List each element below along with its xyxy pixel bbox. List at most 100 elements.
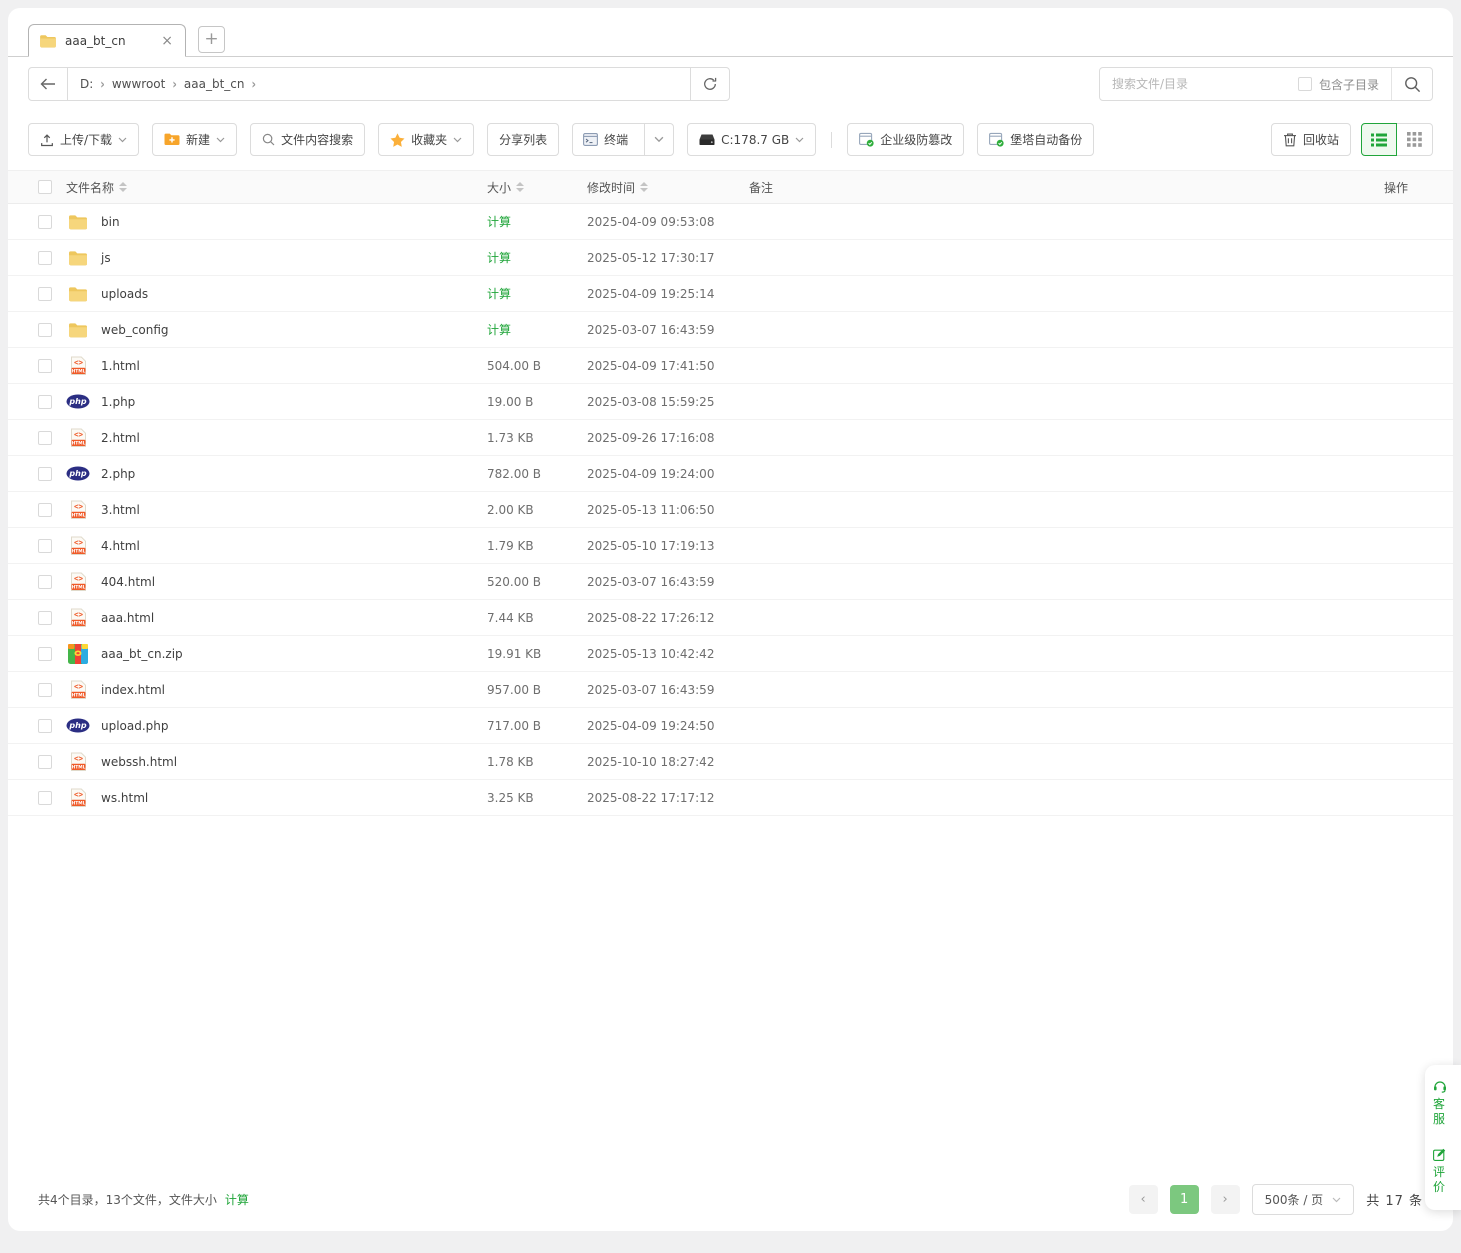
file-name[interactable]: 4.html [101, 539, 140, 553]
table-row[interactable]: <>HTML ws.html 3.25 KB 2025-08-22 17:17:… [8, 780, 1453, 816]
table-row[interactable]: <>HTML aaa.html 7.44 KB 2025-08-22 17:26… [8, 600, 1453, 636]
file-name[interactable]: 404.html [101, 575, 155, 589]
search-input[interactable] [1100, 77, 1298, 91]
prev-page-button[interactable]: ‹ [1129, 1185, 1158, 1214]
row-checkbox[interactable] [38, 791, 52, 805]
row-checkbox[interactable] [38, 575, 52, 589]
table-row[interactable]: php 1.php 19.00 B 2025-03-08 15:59:25 [8, 384, 1453, 420]
file-name[interactable]: bin [101, 215, 120, 229]
row-checkbox[interactable] [38, 215, 52, 229]
table-row[interactable]: aaa_bt_cn.zip 19.91 KB 2025-05-13 10:42:… [8, 636, 1453, 672]
row-checkbox[interactable] [38, 287, 52, 301]
table-row[interactable]: js 计算 2025-05-12 17:30:17 [8, 240, 1453, 276]
new-item-button[interactable]: 新建 [152, 123, 237, 156]
breadcrumb-item[interactable]: aaa_bt_cn [184, 77, 245, 91]
column-header-remark: 备注 [749, 181, 773, 195]
table-row[interactable]: <>HTML webssh.html 1.78 KB 2025-10-10 18… [8, 744, 1453, 780]
terminal-dropdown[interactable] [644, 124, 673, 155]
file-name[interactable]: aaa.html [101, 611, 154, 625]
row-checkbox[interactable] [38, 647, 52, 661]
file-name[interactable]: webssh.html [101, 755, 177, 769]
row-checkbox[interactable] [38, 683, 52, 697]
table-row[interactable]: <>HTML index.html 957.00 B 2025-03-07 16… [8, 672, 1453, 708]
new-tab-button[interactable]: + [198, 26, 225, 53]
list-view-button[interactable] [1361, 123, 1397, 156]
html-icon: <>HTML [66, 428, 90, 448]
svg-text:<>: <> [73, 682, 83, 691]
file-name[interactable]: ws.html [101, 791, 148, 805]
file-name[interactable]: uploads [101, 287, 148, 301]
calculate-size-link[interactable]: 计算 [487, 215, 511, 229]
grid-view-button[interactable] [1397, 123, 1433, 156]
refresh-button[interactable] [690, 68, 729, 100]
back-button[interactable] [29, 68, 68, 100]
current-page-button[interactable]: 1 [1170, 1185, 1199, 1214]
new-folder-icon [164, 133, 180, 146]
review-button[interactable]: 评价 [1433, 1148, 1459, 1196]
recycle-bin-button[interactable]: 回收站 [1271, 123, 1351, 156]
file-size: 782.00 B [487, 467, 541, 481]
customer-service-button[interactable]: 客服 [1433, 1079, 1459, 1128]
row-checkbox[interactable] [38, 755, 52, 769]
row-checkbox[interactable] [38, 539, 52, 553]
auto-backup-button[interactable]: 堡塔自动备份 [977, 123, 1094, 156]
table-row[interactable]: <>HTML 2.html 1.73 KB 2025-09-26 17:16:0… [8, 420, 1453, 456]
table-row[interactable]: php upload.php 717.00 B 2025-04-09 19:24… [8, 708, 1453, 744]
disk-select-button[interactable]: C:178.7 GB [687, 123, 816, 156]
file-name[interactable]: js [101, 251, 111, 265]
page-size-select[interactable]: 500条 / 页 [1252, 1184, 1355, 1215]
row-checkbox[interactable] [38, 359, 52, 373]
upload-download-button[interactable]: 上传/下载 [28, 123, 139, 156]
breadcrumb-item[interactable]: wwwroot [112, 77, 166, 91]
next-page-button[interactable]: › [1211, 1185, 1240, 1214]
breadcrumb-item[interactable]: D: [80, 77, 93, 91]
path-row: D:›wwwroot›aaa_bt_cn› 包含子目录 [8, 57, 1453, 101]
search-button[interactable] [1391, 68, 1432, 100]
tab-aaa-bt-cn[interactable]: aaa_bt_cn × [28, 24, 186, 57]
share-list-button[interactable]: 分享列表 [487, 123, 559, 156]
calculate-total-size-link[interactable]: 计算 [225, 1191, 249, 1208]
file-name[interactable]: 2.php [101, 467, 135, 481]
tamper-proof-button[interactable]: 企业级防篡改 [847, 123, 964, 156]
table-row[interactable]: <>HTML 3.html 2.00 KB 2025-05-13 11:06:5… [8, 492, 1453, 528]
favorites-button[interactable]: 收藏夹 [378, 123, 474, 156]
table-row[interactable]: web_config 计算 2025-03-07 16:43:59 [8, 312, 1453, 348]
file-name[interactable]: aaa_bt_cn.zip [101, 647, 183, 661]
html-icon: <>HTML [66, 536, 90, 556]
file-name[interactable]: 2.html [101, 431, 140, 445]
row-checkbox[interactable] [38, 431, 52, 445]
file-size: 1.79 KB [487, 539, 534, 553]
file-name[interactable]: web_config [101, 323, 169, 337]
row-checkbox[interactable] [38, 323, 52, 337]
row-checkbox[interactable] [38, 611, 52, 625]
file-name[interactable]: upload.php [101, 719, 169, 733]
table-row[interactable]: <>HTML 1.html 504.00 B 2025-04-09 17:41:… [8, 348, 1453, 384]
row-checkbox[interactable] [38, 719, 52, 733]
select-all-checkbox[interactable] [38, 180, 52, 194]
file-size: 2.00 KB [487, 503, 534, 517]
table-row[interactable]: uploads 计算 2025-04-09 19:25:14 [8, 276, 1453, 312]
row-checkbox[interactable] [38, 503, 52, 517]
row-checkbox[interactable] [38, 467, 52, 481]
close-icon[interactable]: × [159, 33, 175, 49]
include-subdir-option[interactable]: 包含子目录 [1298, 76, 1391, 93]
include-subdir-checkbox[interactable] [1298, 77, 1312, 91]
sort-size-control[interactable] [516, 182, 524, 192]
calculate-size-link[interactable]: 计算 [487, 287, 511, 301]
table-row[interactable]: <>HTML 404.html 520.00 B 2025-03-07 16:4… [8, 564, 1453, 600]
calculate-size-link[interactable]: 计算 [487, 251, 511, 265]
sort-name-control[interactable] [119, 182, 127, 192]
file-name[interactable]: 1.html [101, 359, 140, 373]
file-name[interactable]: 3.html [101, 503, 140, 517]
table-row[interactable]: <>HTML 4.html 1.79 KB 2025-05-10 17:19:1… [8, 528, 1453, 564]
table-row[interactable]: php 2.php 782.00 B 2025-04-09 19:24:00 [8, 456, 1453, 492]
table-row[interactable]: bin 计算 2025-04-09 09:53:08 [8, 204, 1453, 240]
terminal-main[interactable]: 终端 [573, 124, 638, 155]
content-search-button[interactable]: 文件内容搜索 [250, 123, 365, 156]
row-checkbox[interactable] [38, 395, 52, 409]
file-name[interactable]: 1.php [101, 395, 135, 409]
sort-mtime-control[interactable] [640, 182, 648, 192]
calculate-size-link[interactable]: 计算 [487, 323, 511, 337]
file-name[interactable]: index.html [101, 683, 165, 697]
row-checkbox[interactable] [38, 251, 52, 265]
